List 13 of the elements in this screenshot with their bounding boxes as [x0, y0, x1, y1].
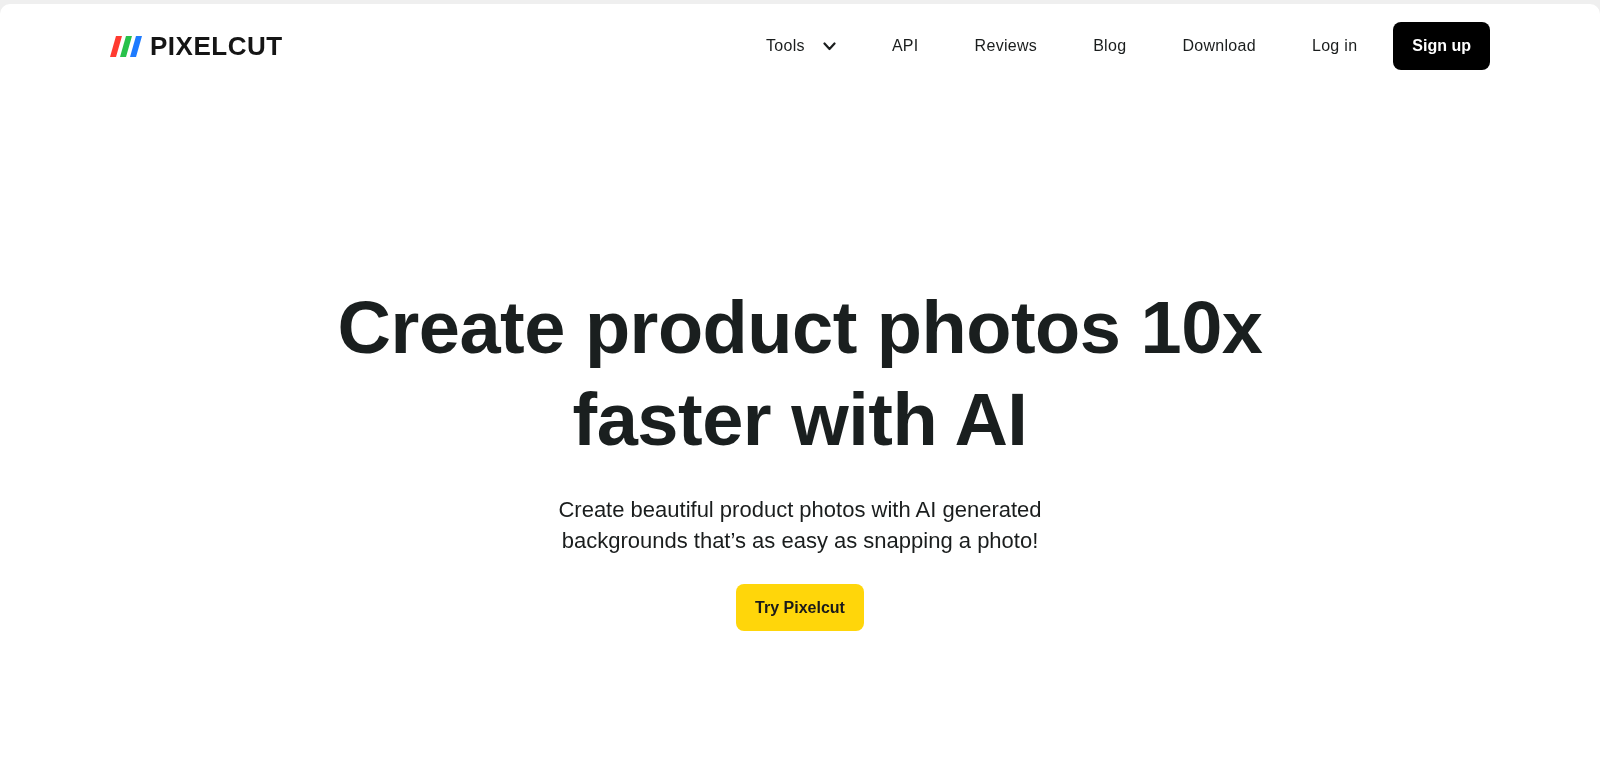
nav-link[interactable]: Reviews	[974, 34, 1038, 58]
tools-menu[interactable]: Tools	[766, 34, 836, 58]
hero-subtitle: Create beautiful product photos with AI generated backgrounds that’s as easy as snapping a photo!	[557, 496, 1043, 555]
nav-link[interactable]: Blog	[1093, 34, 1127, 58]
try-pixelcut-button[interactable]: Try Pixelcut	[736, 584, 864, 631]
logo-text: PIXELCUT	[150, 33, 283, 59]
nav-link[interactable]: Log in	[1311, 34, 1358, 58]
nav-link[interactable]: Download	[1182, 34, 1256, 58]
logo-stripes-icon	[110, 35, 142, 57]
hero-heading: Create product photos 10x faster with AI	[336, 285, 1264, 463]
nav-link[interactable]: API	[891, 34, 919, 58]
sign-up-button[interactable]: Sign up	[1393, 22, 1490, 70]
chevron-down-icon	[822, 41, 836, 51]
